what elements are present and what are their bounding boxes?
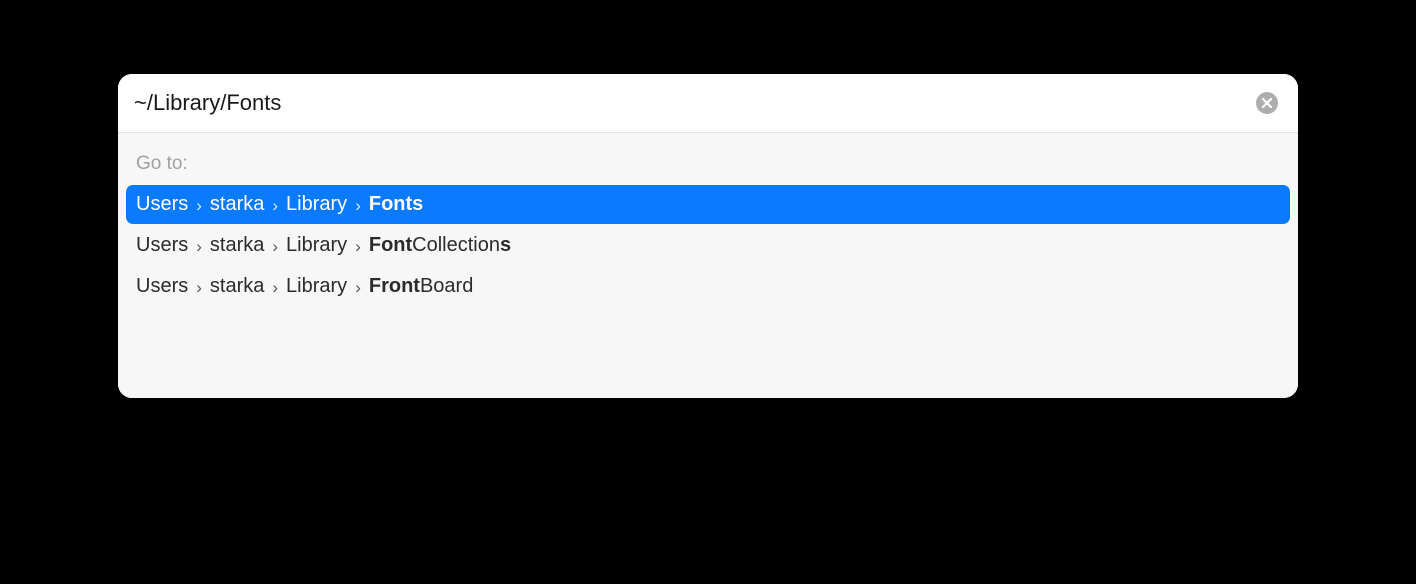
chevron-right-icon: › <box>196 278 202 298</box>
path-segment: starka <box>210 275 264 298</box>
chevron-right-icon: › <box>355 278 361 298</box>
chevron-right-icon: › <box>272 237 278 257</box>
clear-button[interactable] <box>1256 92 1278 114</box>
chevron-right-icon: › <box>272 196 278 216</box>
path-segment: Library <box>286 275 347 298</box>
path-segment: Library <box>286 193 347 216</box>
results-body: Go to: Users › starka › Library › Fonts Users › s… <box>118 133 1298 398</box>
path-segment: Fonts <box>369 193 423 216</box>
chevron-right-icon: › <box>196 196 202 216</box>
goto-folder-panel: Go to: Users › starka › Library › Fonts Users › s… <box>118 74 1298 398</box>
path-segment: FrontBoard <box>369 275 473 298</box>
goto-label: Go to: <box>126 151 1290 185</box>
path-result[interactable]: Users › starka › Library › FontCollections <box>126 226 1290 265</box>
chevron-right-icon: › <box>355 196 361 216</box>
chevron-right-icon: › <box>272 278 278 298</box>
path-segment: starka <box>210 234 264 257</box>
chevron-right-icon: › <box>196 237 202 257</box>
path-segment: starka <box>210 193 264 216</box>
results-list: Users › starka › Library › Fonts Users › starka › L… <box>126 185 1290 306</box>
chevron-right-icon: › <box>355 237 361 257</box>
close-icon <box>1262 98 1272 108</box>
path-segment: FontCollections <box>369 234 511 257</box>
path-segment: Users <box>136 193 188 216</box>
path-segment: Users <box>136 234 188 257</box>
panel-header <box>118 74 1298 133</box>
path-segment: Library <box>286 234 347 257</box>
path-input[interactable] <box>134 90 1256 116</box>
path-result[interactable]: Users › starka › Library › Fonts <box>126 185 1290 224</box>
path-result[interactable]: Users › starka › Library › FrontBoard <box>126 267 1290 306</box>
path-segment: Users <box>136 275 188 298</box>
